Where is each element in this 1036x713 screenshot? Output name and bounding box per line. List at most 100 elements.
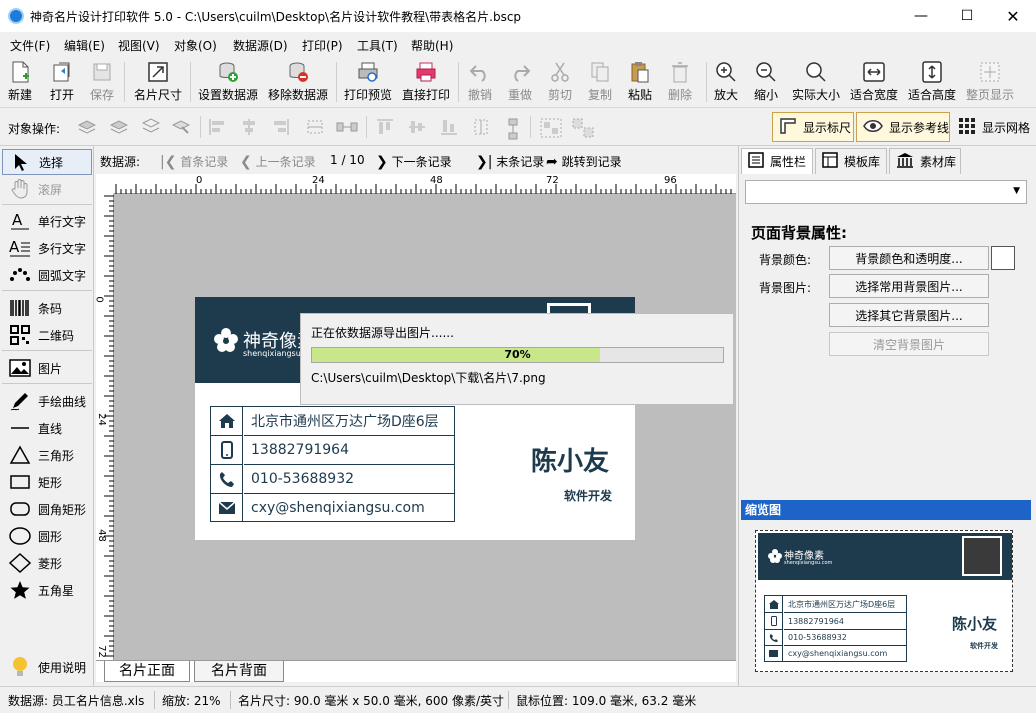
align-left-icon[interactable] bbox=[208, 118, 226, 136]
remove-datasource-button[interactable]: 移除数据源 bbox=[268, 60, 328, 106]
next-record-button[interactable]: ❯ 下一条记录 bbox=[376, 153, 452, 170]
bg-color-button[interactable]: 背景颜色和透明度... bbox=[829, 246, 989, 270]
menu-edit[interactable]: 编辑(E) bbox=[64, 37, 105, 54]
space-v-icon[interactable] bbox=[504, 118, 522, 140]
menu-tools[interactable]: 工具(T) bbox=[357, 37, 398, 54]
tab-assets[interactable]: 素材库 bbox=[889, 148, 961, 174]
first-record-button[interactable]: |❮ 首条记录 bbox=[160, 153, 228, 170]
align-top-icon[interactable] bbox=[376, 118, 394, 136]
distribute-h-icon[interactable] bbox=[306, 118, 324, 136]
tool-multi-line-text[interactable]: A 多行文字 bbox=[2, 235, 92, 261]
tool-star[interactable]: 五角星 bbox=[2, 577, 92, 603]
ruler-corner bbox=[96, 174, 114, 194]
tool-ellipse[interactable]: 圆形 bbox=[2, 523, 92, 549]
vertical-ruler[interactable]: 0 24 48 72 bbox=[94, 194, 114, 660]
choose-other-bg-button[interactable]: 选择其它背景图片... bbox=[829, 303, 989, 327]
menu-datasource[interactable]: 数据源(D) bbox=[233, 37, 288, 54]
tool-rectangle[interactable]: 矩形 bbox=[2, 469, 92, 495]
zoom-in-button[interactable]: 放大 bbox=[714, 60, 738, 106]
menu-object[interactable]: 对象(O) bbox=[174, 37, 217, 54]
person-name[interactable]: 陈小友 bbox=[531, 441, 609, 478]
bg-color-swatch[interactable] bbox=[991, 246, 1015, 270]
tool-triangle[interactable]: 三角形 bbox=[2, 442, 92, 468]
set-datasource-button[interactable]: 设置数据源 bbox=[198, 60, 258, 106]
minimize-button[interactable]: — bbox=[898, 0, 944, 32]
tool-select[interactable]: 选择 bbox=[2, 149, 92, 175]
new-file-icon bbox=[8, 60, 32, 84]
tab-templates[interactable]: 模板库 bbox=[815, 148, 887, 174]
align-right-icon[interactable] bbox=[272, 118, 290, 136]
distribute-v-icon[interactable] bbox=[472, 118, 490, 136]
tool-image[interactable]: 图片 bbox=[2, 355, 92, 381]
print-preview-button[interactable]: 打印预览 bbox=[344, 60, 392, 106]
menu-print[interactable]: 打印(P) bbox=[302, 37, 343, 54]
tab-back[interactable]: 名片背面 bbox=[194, 661, 284, 682]
tab-properties[interactable]: 属性栏 bbox=[741, 148, 813, 174]
actual-size-button[interactable]: 实际大小 bbox=[792, 60, 840, 106]
redo-button[interactable]: 重做 bbox=[508, 60, 532, 106]
tool-single-line-text[interactable]: A 单行文字 bbox=[2, 208, 92, 234]
new-button[interactable]: 新建 bbox=[8, 60, 32, 106]
tool-barcode[interactable]: 条码 bbox=[2, 295, 92, 321]
ruler-label: 24 bbox=[312, 175, 325, 186]
fit-width-button[interactable]: 适合宽度 bbox=[850, 60, 898, 106]
copy-button[interactable]: 复制 bbox=[588, 60, 612, 106]
menu-file[interactable]: 文件(F) bbox=[10, 37, 50, 54]
tool-qrcode[interactable]: 二维码 bbox=[2, 322, 92, 348]
horizontal-ruler[interactable]: 0 24 48 72 96 bbox=[114, 174, 736, 194]
align-center-icon[interactable] bbox=[240, 118, 258, 136]
show-ruler-toggle[interactable]: 显示标尺 bbox=[772, 112, 854, 142]
tool-freehand[interactable]: 手绘曲线 bbox=[2, 388, 92, 414]
job-title[interactable]: 软件开发 bbox=[564, 487, 612, 504]
close-button[interactable]: ✕ bbox=[990, 0, 1036, 32]
send-backward-icon[interactable] bbox=[141, 118, 161, 136]
zoom-out-button[interactable]: 缩小 bbox=[754, 60, 778, 106]
cut-button[interactable]: 剪切 bbox=[548, 60, 572, 106]
paste-button[interactable]: 粘贴 bbox=[628, 60, 652, 106]
bring-front-icon[interactable] bbox=[77, 118, 97, 136]
show-grid-toggle[interactable]: 显示网格 bbox=[952, 112, 1034, 142]
bring-forward-icon[interactable] bbox=[109, 118, 129, 136]
space-h-icon[interactable] bbox=[336, 118, 358, 136]
tool-pan[interactable]: 滚屏 bbox=[2, 176, 92, 202]
tool-arc-text[interactable]: 圆弧文字 bbox=[2, 262, 92, 288]
clear-bg-button[interactable]: 清空背景图片 bbox=[829, 332, 989, 356]
fit-height-button[interactable]: 适合高度 bbox=[908, 60, 956, 106]
show-guides-toggle[interactable]: 显示参考线 bbox=[856, 112, 950, 142]
jump-to-record-button[interactable]: ➦ 跳转到记录 bbox=[546, 153, 622, 170]
tool-line[interactable]: 直线 bbox=[2, 415, 92, 441]
tab-front[interactable]: 名片正面 bbox=[104, 661, 190, 682]
align-middle-icon[interactable] bbox=[408, 118, 426, 136]
open-button[interactable]: 打开 bbox=[50, 60, 74, 106]
app-icon bbox=[8, 8, 24, 24]
email-text[interactable]: cxy@shenqixiangsu.com bbox=[244, 494, 454, 521]
fit-page-button[interactable]: 整页显示 bbox=[966, 60, 1014, 106]
copy-icon bbox=[588, 60, 612, 84]
choose-common-bg-button[interactable]: 选择常用背景图片... bbox=[829, 274, 989, 298]
tel-text[interactable]: 010-53688932 bbox=[244, 465, 454, 494]
group-icon[interactable] bbox=[540, 118, 562, 138]
help-button[interactable]: 使用说明 bbox=[2, 654, 92, 680]
last-record-button[interactable]: ❯| 末条记录 bbox=[476, 153, 544, 170]
card-size-button[interactable]: 名片尺寸 bbox=[134, 60, 182, 106]
address-text[interactable]: 北京市通州区万达广场D座6层 bbox=[244, 407, 454, 436]
menu-view[interactable]: 视图(V) bbox=[118, 37, 160, 54]
export-progress-dialog: 正在依数据源导出图片...... 70% C:\Users\cuilm\Desk… bbox=[300, 313, 734, 405]
tool-diamond[interactable]: 菱形 bbox=[2, 550, 92, 576]
object-select-dropdown[interactable]: ▼ bbox=[745, 180, 1027, 204]
mobile-text[interactable]: 13882791964 bbox=[244, 436, 454, 465]
ungroup-icon[interactable] bbox=[572, 118, 594, 138]
delete-button[interactable]: 删除 bbox=[668, 60, 692, 106]
send-back-icon[interactable] bbox=[171, 118, 191, 136]
tool-rounded-rectangle[interactable]: 圆角矩形 bbox=[2, 496, 92, 522]
menu-help[interactable]: 帮助(H) bbox=[411, 37, 453, 54]
fit-width-icon bbox=[862, 60, 886, 84]
contact-table[interactable]: 北京市通州区万达广场D座6层 13882791964 010-53688932 … bbox=[210, 406, 455, 522]
prev-record-button[interactable]: ❮ 上一条记录 bbox=[240, 153, 316, 170]
save-button[interactable]: 保存 bbox=[90, 60, 114, 106]
maximize-button[interactable]: ☐ bbox=[944, 0, 990, 32]
direct-print-button[interactable]: 直接打印 bbox=[402, 60, 450, 106]
thumbnail-preview[interactable]: 神奇像素 shenqixiangsu.com 北京市通州区万达广场D座6层 13… bbox=[755, 530, 1013, 672]
align-bottom-icon[interactable] bbox=[440, 118, 458, 136]
undo-button[interactable]: 撤销 bbox=[468, 60, 492, 106]
